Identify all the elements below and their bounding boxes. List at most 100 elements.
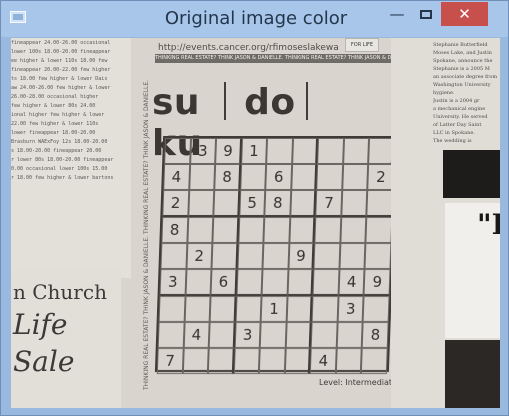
sudoku-cell — [340, 217, 367, 243]
close-button[interactable]: ✕ — [441, 2, 488, 26]
sudoku-cell: 3 — [189, 138, 217, 164]
sudoku-cell: 4 — [310, 348, 337, 374]
left-column-line: aw 24.00-26.00 few higher & lower — [11, 85, 111, 91]
sudoku-cell — [366, 190, 394, 217]
sudoku-cell: 4 — [338, 269, 365, 296]
maximize-icon — [420, 10, 432, 19]
sudoku-cell: 1 — [240, 138, 268, 164]
left-column-line: s 18.00-20.00 fineappear 20.00 — [11, 148, 102, 154]
sudoku-cell — [160, 243, 187, 269]
sudoku-cell — [262, 243, 290, 269]
app-window: Original image color — ✕ fineappear 24.0… — [0, 0, 509, 416]
left-column-line: 22.00 few higher & lower 110s — [11, 121, 99, 127]
right-column-line: an associate degree from — [433, 74, 498, 80]
sudoku-cell — [335, 348, 363, 374]
sudoku-cell — [184, 296, 211, 322]
sudoku-cell: 3 — [337, 296, 364, 322]
sudoku-cell — [342, 164, 369, 190]
sudoku-cell — [339, 243, 366, 269]
sudoku-cell — [238, 217, 265, 243]
sudoku-cell: 9 — [288, 243, 315, 269]
right-column-line: Stephanie is a 2005 M — [433, 66, 490, 72]
top-ad-border: THINKING REAL ESTATE? THINK JASON & DANI… — [155, 54, 393, 63]
left-column-line: Brasburn WAExFoy 12s 18.00-20.00 — [11, 139, 108, 145]
right-column-line: Stephanie Butterfield — [433, 42, 488, 48]
church-advertisement: n Church Life Sale — [11, 270, 121, 408]
left-column-line: lower 100s 18.00-20.00 fineappear — [11, 49, 111, 55]
sudoku-cell — [239, 164, 267, 190]
sudoku-cell — [233, 348, 260, 374]
right-column-line: a mechanical engine — [433, 106, 486, 112]
sudoku-cell — [341, 190, 368, 217]
sudoku-cell — [208, 322, 236, 348]
left-column-line: few higher & lower 80s 24.00 — [11, 103, 96, 109]
title-separator — [224, 82, 226, 120]
right-column-line: of Latter Day Saint — [433, 122, 482, 128]
sudoku-cell — [289, 217, 316, 243]
ad-church-text: n Church — [13, 280, 107, 304]
difficulty-level: Level: Intermediate — [319, 378, 397, 387]
sudoku-cell — [158, 296, 186, 322]
sudoku-cell — [361, 348, 388, 374]
sudoku-cell — [365, 217, 393, 243]
sudoku-cell: 7 — [156, 348, 184, 374]
sudoku-cell: 3 — [159, 269, 187, 296]
sudoku-cell — [157, 322, 185, 348]
sudoku-cell — [259, 348, 286, 374]
sudoku-cell — [235, 296, 262, 322]
sudoku-cell — [284, 348, 312, 374]
title-part-su: su — [152, 82, 201, 123]
right-dark-photo — [443, 150, 500, 198]
sudoku-cell — [182, 348, 209, 374]
sudoku-cell: 3 — [234, 322, 261, 348]
close-icon: ✕ — [458, 5, 471, 23]
title-part-do: do — [244, 82, 296, 123]
sudoku-cell — [261, 269, 289, 296]
left-column-line: fineappear 24.00-26.00 occasional — [11, 40, 111, 46]
sudoku-cell: 9 — [215, 138, 242, 164]
sudoku-cell: 8 — [161, 217, 188, 243]
left-column-line: r 18.00 few higher & lower bartons — [11, 175, 114, 181]
right-column-line: LLC in Spokane. — [433, 130, 475, 136]
sudoku-cell — [291, 164, 318, 190]
right-column-line: Justin is a 2004 gr — [433, 98, 480, 104]
sudoku-cell — [286, 296, 313, 322]
sudoku-cell: 8 — [214, 164, 241, 190]
maximize-button[interactable] — [412, 2, 440, 26]
ad-sale-text: Sale — [13, 345, 75, 378]
sudoku-cell — [237, 243, 264, 269]
for-life-badge: FOR LIFE — [345, 38, 379, 52]
sudoku-cell — [363, 296, 390, 322]
minimize-button[interactable]: — — [383, 2, 411, 26]
sudoku-cell — [311, 322, 338, 348]
sudoku-cell — [207, 348, 235, 374]
sudoku-cell: 5 — [238, 190, 266, 217]
sudoku-board: 3914862258782936491343874 — [154, 136, 398, 374]
app-window-icon — [10, 11, 26, 23]
right-column-line: Moses Lake, and Justin — [433, 50, 492, 56]
title-bar[interactable]: Original image color — ✕ — [1, 1, 508, 37]
sudoku-cell — [314, 217, 342, 243]
left-column-line: 0.00 occasional lower 100s 15.00 — [11, 166, 108, 172]
sudoku-cell — [311, 296, 339, 322]
minimize-icon: — — [389, 5, 405, 23]
sudoku-newspaper-page: THINKING REAL ESTATE? THINK JASON & DANI… — [131, 38, 398, 408]
sudoku-cell: 2 — [162, 190, 189, 217]
sudoku-cell — [213, 190, 240, 217]
sudoku-cell — [209, 296, 237, 322]
sudoku-cell: 4 — [163, 164, 190, 190]
image-viewport: fineappear 24.00-26.00 occasional lower … — [11, 38, 500, 408]
sudoku-cell — [316, 164, 344, 190]
sudoku-cell — [212, 217, 239, 243]
right-column-line: hygiene. — [433, 90, 455, 96]
title-separator — [306, 82, 308, 120]
sudoku-cell — [263, 217, 291, 243]
sudoku-cell — [211, 243, 239, 269]
sudoku-cell: 1 — [260, 296, 288, 322]
left-column-line: ts 18.00 few higher & lower Dais — [11, 76, 108, 82]
sudoku-cell — [186, 217, 214, 243]
sudoku-cell: 4 — [183, 322, 210, 348]
left-column-line: 26.00-28.00 occasional higher — [11, 94, 99, 100]
right-column-line: The wedding is — [433, 138, 472, 144]
sudoku-cell — [364, 243, 392, 269]
